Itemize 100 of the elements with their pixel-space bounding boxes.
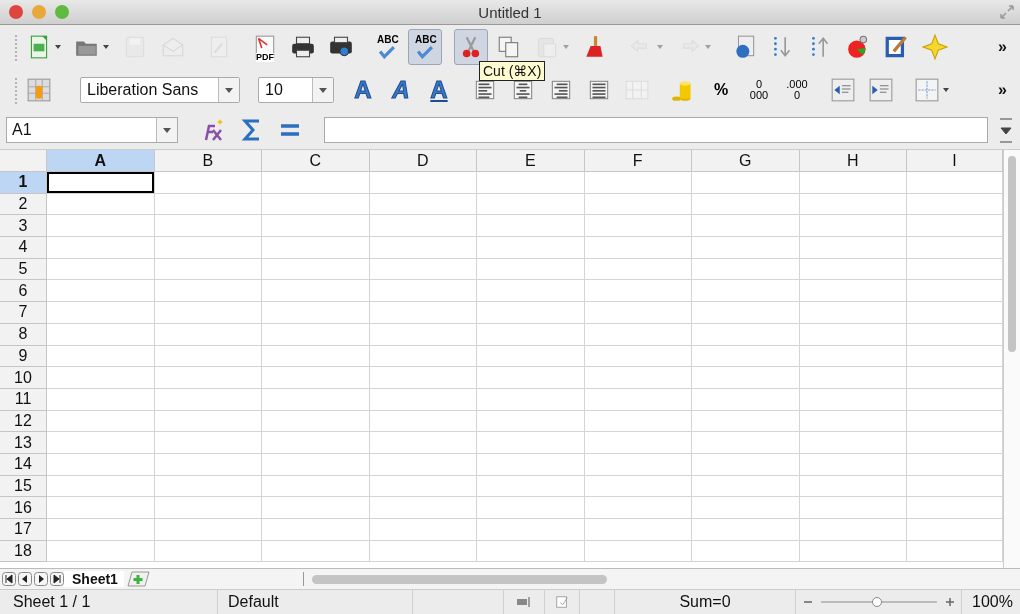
row-header[interactable]: 3: [0, 215, 47, 238]
row-header[interactable]: 7: [0, 302, 47, 324]
row-header[interactable]: 6: [0, 280, 47, 303]
table-cell[interactable]: [584, 258, 692, 281]
table-cell[interactable]: [369, 388, 477, 411]
table-cell[interactable]: [262, 497, 370, 519]
more-tools-button[interactable]: »: [998, 80, 1020, 99]
table-cell[interactable]: [47, 497, 155, 519]
column-header[interactable]: I: [907, 150, 1003, 172]
table-cell[interactable]: [154, 258, 262, 281]
table-cell[interactable]: [262, 323, 370, 346]
table-cell[interactable]: [584, 172, 692, 194]
table-cell[interactable]: [477, 323, 585, 346]
table-cell[interactable]: [692, 323, 800, 346]
table-cell[interactable]: [799, 302, 907, 324]
table-cell[interactable]: [262, 540, 370, 563]
table-cell[interactable]: [692, 280, 800, 303]
table-cell[interactable]: [692, 475, 800, 498]
close-button[interactable]: [9, 5, 23, 19]
table-cell[interactable]: [584, 345, 692, 368]
caret-icon[interactable]: [942, 85, 950, 94]
table-cell[interactable]: [154, 302, 262, 324]
table-cell[interactable]: [692, 172, 800, 194]
table-cell[interactable]: [477, 367, 585, 389]
zoom-button[interactable]: [55, 5, 69, 19]
table-cell[interactable]: [584, 280, 692, 303]
name-box[interactable]: A1: [6, 117, 178, 143]
table-cell[interactable]: [47, 475, 155, 498]
table-cell[interactable]: [799, 540, 907, 563]
row-header[interactable]: 10: [0, 367, 47, 389]
table-cell[interactable]: [47, 345, 155, 368]
table-cell[interactable]: [477, 432, 585, 454]
column-header[interactable]: B: [154, 150, 262, 172]
table-cell[interactable]: [369, 453, 477, 476]
table-cell[interactable]: [369, 280, 477, 303]
dropdown-arrow-icon[interactable]: [162, 125, 172, 135]
table-cell[interactable]: [584, 410, 692, 433]
table-cell[interactable]: [584, 215, 692, 238]
table-cell[interactable]: [47, 215, 155, 238]
row-header[interactable]: 16: [0, 497, 47, 519]
table-cell[interactable]: [477, 453, 585, 476]
table-cell[interactable]: [154, 475, 262, 498]
column-header[interactable]: G: [692, 150, 800, 172]
minimize-button[interactable]: [32, 5, 46, 19]
table-cell[interactable]: [47, 237, 155, 259]
table-cell[interactable]: [692, 519, 800, 541]
table-cell[interactable]: [154, 432, 262, 454]
table-cell[interactable]: [692, 367, 800, 389]
table-cell[interactable]: [262, 172, 370, 194]
table-cell[interactable]: [262, 453, 370, 476]
caret-icon[interactable]: [102, 42, 110, 51]
table-cell[interactable]: [262, 410, 370, 433]
row-header[interactable]: 11: [0, 388, 47, 411]
row-header[interactable]: 1: [0, 172, 47, 194]
table-cell[interactable]: [47, 540, 155, 563]
table-cell[interactable]: [47, 410, 155, 433]
del-decimal-button[interactable]: .000 0: [780, 71, 814, 108]
table-cell[interactable]: [47, 172, 155, 194]
column-header[interactable]: C: [262, 150, 370, 172]
table-cell[interactable]: [369, 323, 477, 346]
table-cell[interactable]: [692, 453, 800, 476]
table-cell[interactable]: [799, 410, 907, 433]
more-tools-button[interactable]: »: [998, 37, 1020, 56]
table-cell[interactable]: [262, 258, 370, 281]
table-cell[interactable]: [584, 432, 692, 454]
spell-button[interactable]: ABC: [408, 28, 442, 65]
table-cell[interactable]: [799, 475, 907, 498]
table-cell[interactable]: [692, 410, 800, 433]
row-header[interactable]: 9: [0, 345, 47, 368]
table-cell[interactable]: [369, 172, 477, 194]
table-cell[interactable]: [584, 497, 692, 519]
table-cell[interactable]: [584, 323, 692, 346]
table-cell[interactable]: [262, 519, 370, 541]
table-cell[interactable]: [692, 193, 800, 216]
table-cell[interactable]: [369, 432, 477, 454]
table-cell[interactable]: [154, 345, 262, 368]
table-cell[interactable]: [47, 323, 155, 346]
table-cell[interactable]: [262, 215, 370, 238]
italic-button[interactable]: A: [384, 71, 418, 108]
table-cell[interactable]: [799, 345, 907, 368]
row-header[interactable]: 18: [0, 540, 47, 563]
row-header[interactable]: 13: [0, 432, 47, 454]
table-cell[interactable]: [262, 432, 370, 454]
percent-button[interactable]: %: [704, 71, 738, 108]
table-cell[interactable]: [584, 475, 692, 498]
row-header[interactable]: 5: [0, 258, 47, 281]
table-cell[interactable]: [692, 258, 800, 281]
table-cell[interactable]: [477, 410, 585, 433]
table-cell[interactable]: [799, 323, 907, 346]
table-cell[interactable]: [262, 193, 370, 216]
table-cell[interactable]: [584, 302, 692, 324]
font-name-field[interactable]: Liberation Sans: [80, 76, 240, 103]
table-cell[interactable]: [477, 258, 585, 281]
formula-input[interactable]: [324, 117, 988, 143]
table-cell[interactable]: [154, 215, 262, 238]
table-cell[interactable]: [692, 215, 800, 238]
table-cell[interactable]: [799, 215, 907, 238]
row-header[interactable]: 17: [0, 519, 47, 541]
table-cell[interactable]: [47, 519, 155, 541]
table-cell[interactable]: [477, 302, 585, 324]
